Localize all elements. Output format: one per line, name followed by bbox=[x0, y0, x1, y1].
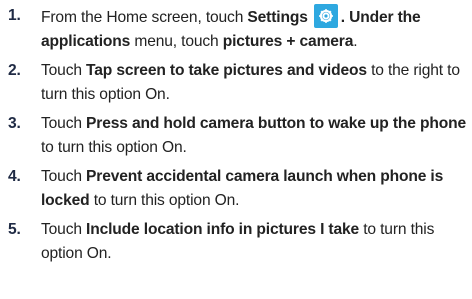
steps-list: 1. From the Home screen, touch Settings . … bbox=[0, 4, 466, 265]
option-label: Press and hold camera button to wake up … bbox=[86, 115, 466, 132]
applications-label: applications bbox=[41, 32, 131, 50]
step-text: to turn this option On. bbox=[41, 138, 187, 156]
gear-icon bbox=[313, 4, 338, 28]
step-number: 5. bbox=[8, 221, 21, 238]
step-text: to turn this option On. bbox=[89, 191, 240, 209]
step-5: 5. Touch Include location info in picture… bbox=[0, 218, 466, 265]
step-text: From the Home screen, touch bbox=[41, 9, 248, 26]
step-2: 2. Touch Tap screen to take pictures and … bbox=[0, 59, 466, 106]
step-text: menu, touch bbox=[130, 32, 223, 50]
step-4: 4. Touch Prevent accidental camera launch… bbox=[0, 165, 466, 212]
step-text: Touch bbox=[41, 168, 87, 185]
gear-icon-glyph bbox=[318, 9, 333, 23]
settings-label: Settings bbox=[247, 9, 308, 26]
step-text: Touch bbox=[41, 115, 87, 132]
step-number: 2. bbox=[8, 62, 21, 79]
step-3: 3. Touch Press and hold camera button to … bbox=[0, 112, 466, 159]
step-number: 3. bbox=[8, 115, 21, 132]
instructions-page: 1. From the Home screen, touch Settings . … bbox=[0, 0, 472, 299]
pictures-camera-label: pictures + camera bbox=[222, 32, 354, 50]
option-label: Tap screen to take pictures and videos bbox=[86, 62, 367, 79]
step-text: . bbox=[353, 32, 358, 50]
option-label: Include location info in pictures I take bbox=[86, 221, 360, 238]
step-text: Touch bbox=[41, 221, 87, 238]
step-number: 1. bbox=[8, 7, 21, 24]
step-text: Touch bbox=[41, 62, 87, 79]
step-text: . Under the bbox=[340, 9, 421, 26]
step-1: 1. From the Home screen, touch Settings . … bbox=[0, 4, 466, 53]
step-number: 4. bbox=[8, 168, 21, 185]
